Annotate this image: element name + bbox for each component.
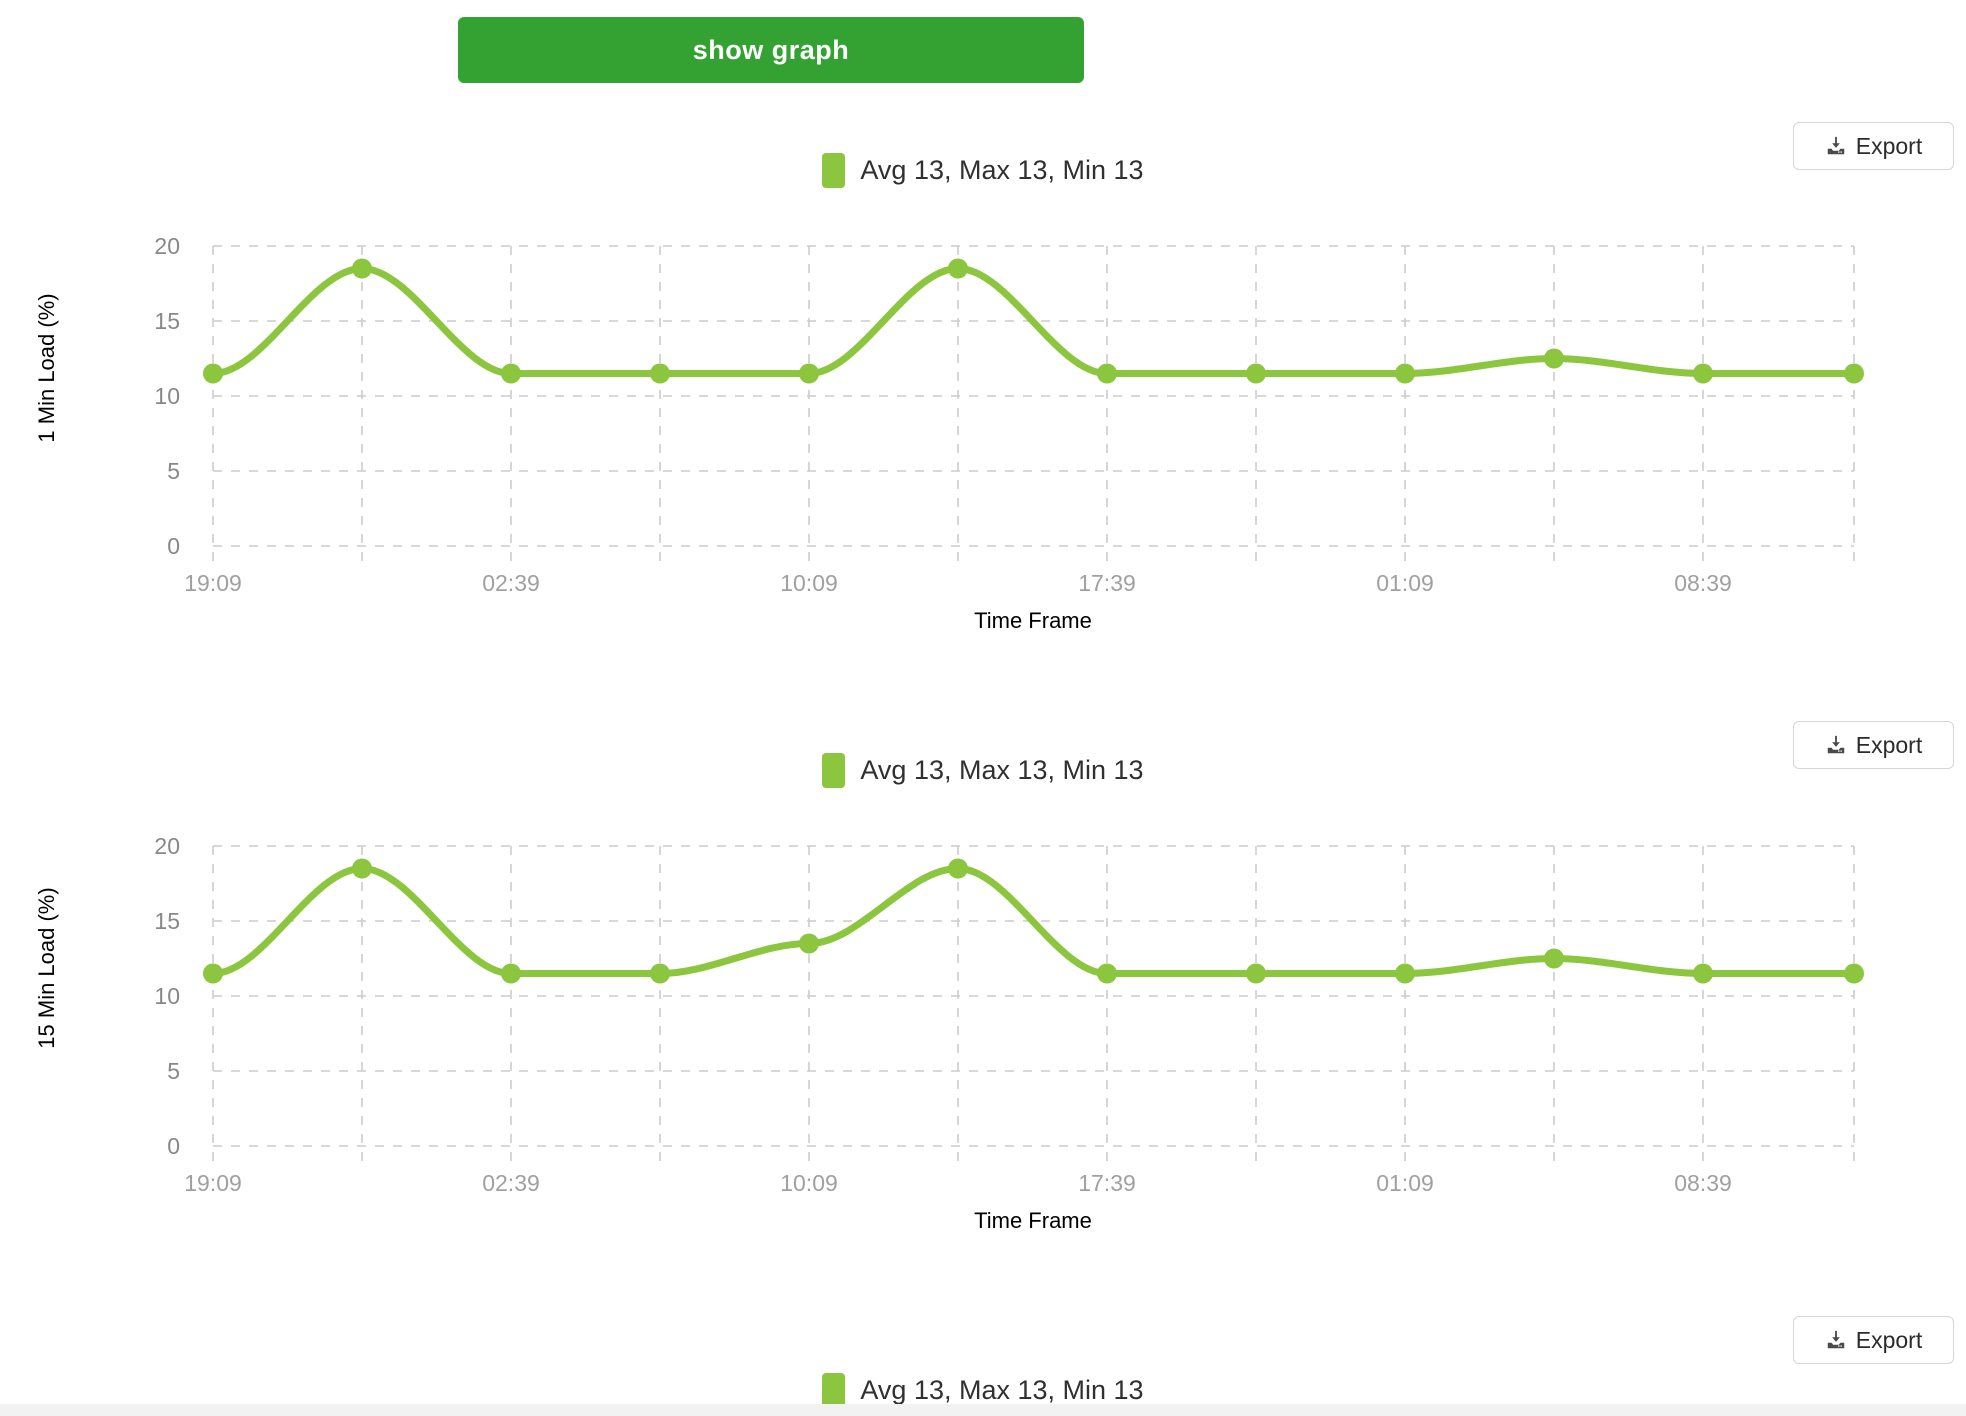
download-icon <box>1825 1329 1847 1351</box>
legend-swatch-icon <box>822 1372 846 1408</box>
chart-block-15-min-load: Avg 13, Max 13, Min 13 15 Min Load (%) 2… <box>0 750 1966 1233</box>
y-axis-title-2: 15 Min Load (%) <box>34 887 59 1049</box>
x-tick-4: 01:09 <box>1376 570 1434 596</box>
y-tick-10: 10 <box>154 983 180 1009</box>
y-tick-20: 20 <box>154 833 180 859</box>
x-tick-2: 10:09 <box>780 570 838 596</box>
page-bottom-bar <box>0 1404 1966 1416</box>
y-tick-10: 10 <box>154 383 180 409</box>
x-axis-title-1: Time Frame <box>974 608 1092 633</box>
x-axis-title-2: Time Frame <box>974 1208 1092 1233</box>
x-tick-3: 17:39 <box>1078 1170 1136 1196</box>
chart-legend-1: Avg 13, Max 13, Min 13 <box>0 150 1966 190</box>
x-tick-2: 10:09 <box>780 1170 838 1196</box>
show-graph-button[interactable]: show graph <box>458 17 1084 83</box>
chart-block-1-min-load: Avg 13, Max 13, Min 13 1 Min Load (%) 20… <box>0 150 1966 633</box>
y-tick-0: 0 <box>167 1133 180 1159</box>
export-button-chart-3[interactable]: Export <box>1793 1316 1954 1364</box>
legend-swatch-icon <box>822 752 846 788</box>
legend-label: Avg 13, Max 13, Min 13 <box>860 1374 1144 1405</box>
y-tick-20: 20 <box>154 233 180 259</box>
x-tick-0: 19:09 <box>184 570 242 596</box>
x-tick-1: 02:39 <box>482 570 540 596</box>
y-tick-5: 5 <box>167 1058 180 1084</box>
chart-svg-1 <box>203 245 1864 565</box>
x-tick-4: 01:09 <box>1376 1170 1434 1196</box>
y-tick-15: 15 <box>154 308 180 334</box>
legend-label: Avg 13, Max 13, Min 13 <box>860 754 1144 785</box>
y-axis-title-1: 1 Min Load (%) <box>34 293 59 443</box>
y-tick-0: 0 <box>167 533 180 559</box>
load-graph-page: show graph Export Avg 13, Max 13, Min 13… <box>0 0 1966 1416</box>
plot-area-2: 15 Min Load (%) 20 15 10 5 0 19:09 02:39… <box>0 790 1966 1233</box>
y-tick-5: 5 <box>167 458 180 484</box>
x-tick-5: 08:39 <box>1674 1170 1732 1196</box>
x-tick-5: 08:39 <box>1674 570 1732 596</box>
chart-svg-2 <box>203 845 1864 1165</box>
x-tick-1: 02:39 <box>482 1170 540 1196</box>
chart-legend-2: Avg 13, Max 13, Min 13 <box>0 750 1966 790</box>
legend-swatch-icon <box>822 152 846 188</box>
plot-area-1: 1 Min Load (%) 20 15 10 5 0 19:09 02:39 … <box>0 190 1966 633</box>
y-tick-15: 15 <box>154 908 180 934</box>
export-button-label: Export <box>1855 1326 1923 1353</box>
x-tick-0: 19:09 <box>184 1170 242 1196</box>
x-tick-3: 17:39 <box>1078 570 1136 596</box>
legend-label: Avg 13, Max 13, Min 13 <box>860 154 1144 185</box>
